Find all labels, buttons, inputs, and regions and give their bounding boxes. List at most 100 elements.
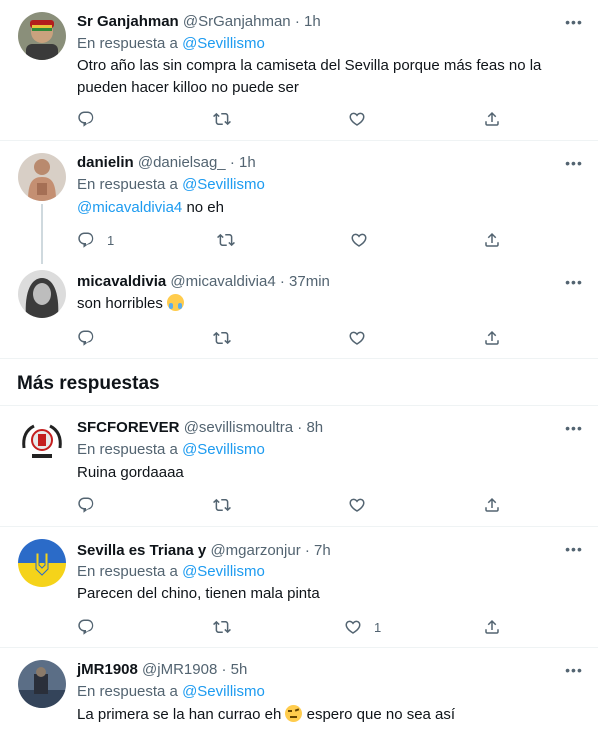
reply-button[interactable] xyxy=(77,617,95,637)
tweet-body: no eh xyxy=(186,199,224,216)
display-name[interactable]: jMR1908 xyxy=(77,661,138,678)
more-icon[interactable]: ••• xyxy=(565,660,583,680)
reply-prefix: En respuesta a xyxy=(77,441,178,458)
reply-prefix: En respuesta a xyxy=(77,683,178,700)
user-handle[interactable]: @micavaldivia4 xyxy=(170,273,275,290)
user-handle[interactable]: @sevillismoultra xyxy=(184,419,293,436)
reply-to-link[interactable]: @Sevillismo xyxy=(182,563,265,580)
avatar[interactable] xyxy=(18,539,66,587)
separator-dot: · xyxy=(279,273,285,290)
share-button[interactable] xyxy=(483,495,501,515)
tweet-header: Sr Ganjahman @SrGanjahman · 1h xyxy=(77,12,321,32)
avatar[interactable] xyxy=(18,418,66,466)
reply-to-link[interactable]: @Sevillismo xyxy=(182,683,265,700)
mention-link[interactable]: @micavaldivia4 xyxy=(77,199,182,216)
avatar[interactable] xyxy=(18,12,66,60)
retweet-button[interactable] xyxy=(213,495,231,515)
display-name[interactable]: Sevilla es Triana y xyxy=(77,542,206,559)
more-icon[interactable]: ••• xyxy=(565,418,583,438)
tweet-text: La primera se la han currao eh espero qu… xyxy=(77,704,567,726)
user-handle[interactable]: @mgarzonjur xyxy=(210,542,300,559)
retweet-icon xyxy=(213,329,231,347)
timestamp[interactable]: 5h xyxy=(231,661,248,678)
like-icon xyxy=(344,618,362,636)
reply-icon xyxy=(77,329,95,347)
reply-button[interactable] xyxy=(77,109,95,129)
reply-prefix: En respuesta a xyxy=(77,563,178,580)
tweet-jmr1908[interactable]: jMR1908 @jMR1908 · 5h ••• En respuesta a… xyxy=(0,648,598,729)
retweet-button[interactable] xyxy=(217,230,235,250)
retweet-button[interactable] xyxy=(213,617,231,637)
avatar[interactable] xyxy=(18,660,66,708)
share-icon xyxy=(483,329,501,347)
reply-prefix: En respuesta a xyxy=(77,176,178,193)
tweet-body: son horribles xyxy=(77,295,163,312)
tweet-body-continued: espero que no sea así xyxy=(306,706,456,723)
avatar[interactable] xyxy=(18,153,66,201)
more-icon[interactable]: ••• xyxy=(565,153,583,173)
reply-to-link[interactable]: @Sevillismo xyxy=(182,35,265,52)
like-button[interactable] xyxy=(350,230,368,250)
retweet-icon xyxy=(217,231,235,249)
share-button[interactable] xyxy=(483,230,501,250)
share-button[interactable] xyxy=(483,109,501,129)
like-button[interactable] xyxy=(348,109,366,129)
timestamp[interactable]: 37min xyxy=(289,273,330,290)
tweet-sfcforever[interactable]: SFCFOREVER @sevillismoultra · 8h ••• En … xyxy=(0,406,598,526)
reply-context: En respuesta a @Sevillismo xyxy=(77,34,265,54)
crying-face-emoji-icon xyxy=(167,294,185,311)
like-button[interactable] xyxy=(348,495,366,515)
tweet-text: @micavaldivia4 no eh xyxy=(77,197,567,219)
display-name[interactable]: micavaldivia xyxy=(77,273,166,290)
tweet-sr-ganjahman[interactable]: Sr Ganjahman @SrGanjahman · 1h ••• En re… xyxy=(0,0,598,140)
like-icon xyxy=(348,110,366,128)
tweet-body: La primera se la han currao eh xyxy=(77,706,282,723)
reply-context: En respuesta a @Sevillismo xyxy=(77,562,265,582)
retweet-button[interactable] xyxy=(213,109,231,129)
tweet-danielin[interactable]: danielin @danielsag_ · 1h ••• En respues… xyxy=(0,141,598,259)
user-handle[interactable]: @jMR1908 xyxy=(142,661,217,678)
share-icon xyxy=(483,110,501,128)
reply-icon xyxy=(77,618,95,636)
user-handle[interactable]: @SrGanjahman xyxy=(183,13,291,30)
share-button[interactable] xyxy=(483,617,501,637)
separator-dot: · xyxy=(229,154,235,171)
display-name[interactable]: danielin xyxy=(77,154,134,171)
like-button[interactable]: 1 xyxy=(344,617,381,637)
timestamp[interactable]: 8h xyxy=(306,419,323,436)
more-icon[interactable]: ••• xyxy=(565,272,583,292)
tweet-micavaldivia[interactable]: micavaldivia @micavaldivia4 · 37min ••• … xyxy=(0,260,598,358)
reply-icon xyxy=(77,496,95,514)
reply-to-link[interactable]: @Sevillismo xyxy=(182,441,265,458)
reply-button[interactable]: 1 xyxy=(77,230,114,250)
user-handle[interactable]: @danielsag_ xyxy=(138,154,226,171)
retweet-icon xyxy=(213,110,231,128)
timestamp[interactable]: 1h xyxy=(239,154,256,171)
timestamp[interactable]: 1h xyxy=(304,13,321,30)
more-icon[interactable]: ••• xyxy=(565,539,583,559)
tweet-actions xyxy=(77,495,507,515)
display-name[interactable]: Sr Ganjahman xyxy=(77,13,179,30)
reply-button[interactable] xyxy=(77,328,95,348)
like-icon xyxy=(350,231,368,249)
share-button[interactable] xyxy=(483,328,501,348)
tweet-text: Ruina gordaaaa xyxy=(77,464,184,481)
tweet-sevilla-es-triana[interactable]: Sevilla es Triana y @mgarzonjur · 7h •••… xyxy=(0,527,598,647)
tweet-actions: 1 xyxy=(77,617,507,637)
retweet-button[interactable] xyxy=(213,328,231,348)
like-button[interactable] xyxy=(348,328,366,348)
reply-button[interactable] xyxy=(77,495,95,515)
reply-icon xyxy=(77,110,95,128)
reply-to-link[interactable]: @Sevillismo xyxy=(182,176,265,193)
thread-connector xyxy=(41,204,43,264)
timestamp[interactable]: 7h xyxy=(314,542,331,559)
tweet-header: danielin @danielsag_ · 1h xyxy=(77,153,256,173)
divider xyxy=(0,358,598,359)
more-icon[interactable]: ••• xyxy=(565,12,583,32)
tweet-actions xyxy=(77,328,507,348)
display-name[interactable]: SFCFOREVER xyxy=(77,419,180,436)
share-icon xyxy=(483,231,501,249)
tweet-header: jMR1908 @jMR1908 · 5h xyxy=(77,660,247,680)
avatar[interactable] xyxy=(18,270,66,318)
tweet-text: son horribles xyxy=(77,293,567,315)
